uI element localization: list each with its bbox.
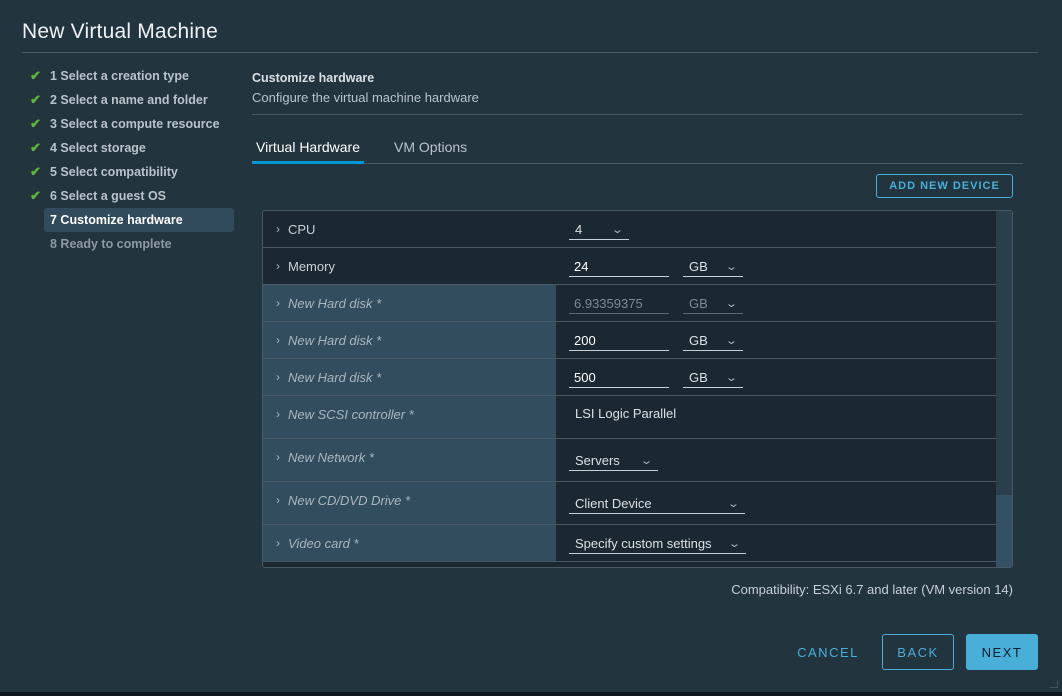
hardware-row-disk-2: › New Hard disk * 200 GB ⌄ (263, 322, 996, 359)
hardware-row-video: › Video card * Specify custom settings ⌄ (263, 525, 996, 562)
chevron-down-icon: ⌄ (724, 371, 738, 384)
row-label[interactable]: › New Hard disk * (263, 285, 556, 321)
resize-grip-icon[interactable] (1050, 680, 1058, 688)
chevron-right-icon[interactable]: › (276, 450, 280, 464)
section-divider (252, 114, 1023, 115)
chevron-down-icon: ⌄ (724, 297, 738, 310)
tab-vm-options[interactable]: VM Options (390, 134, 471, 164)
cpu-select[interactable]: 4 ⌄ (569, 219, 629, 240)
hardware-row-scsi: › New SCSI controller * LSI Logic Paralle… (263, 396, 996, 439)
chevron-down-icon: ⌄ (610, 223, 624, 236)
network-select[interactable]: Servers ⌄ (569, 450, 658, 471)
disk-3-size-input[interactable]: 500 (569, 367, 669, 388)
row-label[interactable]: › New Hard disk * (263, 322, 556, 358)
chevron-right-icon[interactable]: › (276, 222, 280, 236)
disk-1-unit-select[interactable]: GB ⌄ (683, 293, 743, 314)
title-divider (22, 52, 1038, 53)
check-icon: ✔ (30, 164, 41, 179)
check-icon: ✔ (30, 140, 41, 155)
step-label: 2 Select a name and folder (50, 93, 208, 107)
step-4[interactable]: ✔ 4 Select storage (28, 136, 234, 160)
chevron-right-icon[interactable]: › (276, 296, 280, 310)
hardware-row-memory: › Memory 24 GB ⌄ (263, 248, 996, 285)
step-6[interactable]: ✔ 6 Select a guest OS (28, 184, 234, 208)
row-label[interactable]: › CPU (263, 211, 556, 247)
step-label: 1 Select a creation type (50, 69, 189, 83)
disk-2-size-input[interactable]: 200 (569, 330, 669, 351)
check-icon: ✔ (30, 68, 41, 83)
hardware-row-cdrom: ›New CD/DVD Drive * Client Device⌄ Conne… (263, 482, 996, 525)
disk-2-unit-select[interactable]: GB ⌄ (683, 330, 743, 351)
step-label: 3 Select a compute resource (50, 117, 220, 131)
step-3[interactable]: ✔ 3 Select a compute resource (28, 112, 234, 136)
step-label: 6 Select a guest OS (50, 189, 167, 203)
hardware-row-disk-1: › New Hard disk * 6.93359375 GB ⌄ (263, 285, 996, 322)
video-card-select[interactable]: Specify custom settings ⌄ (569, 533, 746, 554)
row-label[interactable]: › Memory (263, 248, 556, 284)
chevron-right-icon[interactable]: › (276, 333, 280, 347)
hardware-grid: ›CPU 4⌄ i ›Memory 24 GB⌄ ›New Hard disk … (262, 210, 1013, 568)
chevron-right-icon[interactable]: › (276, 259, 280, 273)
step-label: 5 Select compatibility (50, 165, 178, 179)
cdrom-select[interactable]: Client Device ⌄ (569, 493, 745, 514)
step-7-active[interactable]: 7 Customize hardware (44, 208, 234, 232)
scsi-controller-type: LSI Logic Parallel (575, 406, 677, 421)
chevron-right-icon[interactable]: › (276, 493, 280, 507)
step-1[interactable]: ✔ 1 Select a creation type (28, 64, 234, 88)
step-label: 8 Ready to complete (50, 237, 172, 251)
cancel-button[interactable]: CANCEL (790, 634, 866, 670)
chevron-down-icon: ⌄ (724, 334, 738, 347)
check-icon: ✔ (30, 116, 41, 131)
chevron-right-icon[interactable]: › (276, 407, 280, 421)
tab-virtual-hardware[interactable]: Virtual Hardware (252, 134, 365, 164)
row-label[interactable]: › New Hard disk * (263, 359, 556, 395)
window-edge (0, 692, 1062, 696)
step-label: 7 Customize hardware (50, 213, 183, 227)
back-button[interactable]: BACK (882, 634, 954, 670)
hardware-row-cpu: ›CPU 4⌄ i (263, 211, 996, 248)
chevron-down-icon: ⌄ (724, 260, 738, 273)
new-vm-dialog: New Virtual Machine ✔ 1 Select a creation… (0, 0, 1062, 692)
memory-unit-select[interactable]: GB ⌄ (683, 256, 743, 277)
step-8: 8 Ready to complete (28, 232, 234, 256)
grid-scrollbar[interactable] (996, 211, 1012, 567)
disk-1-size-input[interactable]: 6.93359375 (569, 293, 669, 314)
hardware-row-disk-3: › New Hard disk * 500 GB ⌄ (263, 359, 996, 396)
section-title: Customize hardware (252, 71, 375, 85)
next-button[interactable]: NEXT (966, 634, 1038, 670)
row-label[interactable]: › New SCSI controller * (263, 396, 556, 438)
chevron-right-icon[interactable]: › (276, 370, 280, 384)
step-label: 4 Select storage (50, 141, 146, 155)
chevron-down-icon: ⌄ (639, 454, 653, 467)
check-icon: ✔ (30, 188, 41, 203)
dialog-title: New Virtual Machine (22, 20, 218, 43)
main-panel: Customize hardware Configure the virtual… (252, 64, 1023, 115)
memory-input[interactable]: 24 (569, 256, 669, 277)
chevron-down-icon: ⌄ (727, 537, 741, 550)
chevron-down-icon: ⌄ (726, 497, 740, 510)
row-label[interactable]: › New CD/DVD Drive * (263, 482, 556, 524)
row-label[interactable]: › New Network * (263, 439, 556, 481)
add-new-device-button[interactable]: ADD NEW DEVICE (876, 174, 1013, 198)
chevron-right-icon[interactable]: › (276, 536, 280, 550)
compatibility-text: Compatibility: ESXi 6.7 and later (VM ve… (731, 582, 1013, 597)
tab-bar: Virtual Hardware VM Options (252, 134, 1023, 164)
scrollbar-thumb[interactable] (996, 495, 1012, 567)
step-2[interactable]: ✔ 2 Select a name and folder (28, 88, 234, 112)
hardware-row-network: ›New Network * Servers⌄ ✔Connect... (263, 439, 996, 482)
step-5[interactable]: ✔ 5 Select compatibility (28, 160, 234, 184)
check-icon: ✔ (30, 92, 41, 107)
disk-3-unit-select[interactable]: GB ⌄ (683, 367, 743, 388)
row-label[interactable]: › Video card * (263, 525, 556, 561)
section-subtitle: Configure the virtual machine hardware (252, 90, 479, 105)
wizard-steps: ✔ 1 Select a creation type ✔ 2 Select a na… (28, 64, 234, 256)
